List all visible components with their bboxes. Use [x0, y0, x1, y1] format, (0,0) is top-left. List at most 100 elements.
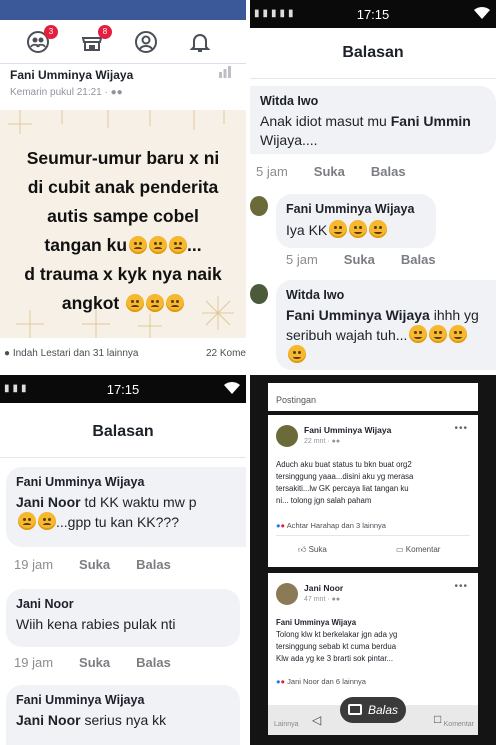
insights-icon[interactable]: [218, 66, 232, 78]
comment-author[interactable]: Jani Noor: [16, 597, 230, 611]
post-body: Fani Umminya Wijaya Tolong klw kt berkel…: [276, 617, 476, 665]
post-background: Seumur-umur baru x ni di cubit anak pend…: [0, 110, 246, 338]
avatar[interactable]: [276, 425, 298, 447]
comment-actions: 5 jam Suka Balas: [256, 164, 432, 179]
smile-emoji-icon: [349, 220, 368, 238]
friends-audience-icon: ●●: [110, 87, 123, 98]
status-clock: 17:15: [356, 7, 390, 22]
grin-emoji-icon: [288, 345, 306, 363]
divider: [0, 457, 246, 458]
post-line: angkot: [0, 289, 246, 318]
smile-emoji-icon: [369, 220, 388, 238]
comment-time: 19 jam: [14, 655, 54, 670]
post-author[interactable]: Fani Umminya Wijaya: [10, 68, 240, 82]
post-text: Seumur-umur baru x ni di cubit anak pend…: [0, 144, 246, 318]
divider: [276, 535, 470, 536]
comment-text: Iya KK: [286, 220, 426, 240]
comment-button[interactable]: ▭ Komentar: [396, 545, 440, 554]
comment-text: Jani Noor td KK waktu mw p ...gpp tu kan …: [16, 494, 197, 530]
comment-time: 5 jam: [256, 164, 288, 179]
post-header: Fani Umminya Wijaya 22 mnt · ●●: [304, 425, 391, 445]
grin-emoji-icon: [449, 325, 468, 343]
comment-bubble: Fani Umminya Wijaya Iya KK: [276, 194, 436, 248]
post-card: Fani Umminya Wijaya 22 mnt · ●● ••• Aduc…: [268, 415, 478, 567]
comment-time: 5 jam: [286, 252, 318, 267]
more-options-icon[interactable]: •••: [454, 581, 468, 592]
comments-label[interactable]: Komentar: [444, 721, 474, 728]
comment-actions: 19 jam Suka Balas: [14, 655, 197, 670]
reply-button[interactable]: Balas: [340, 697, 406, 723]
comment-author[interactable]: Witda Iwo: [286, 288, 486, 302]
sad-emoji-icon: [169, 236, 188, 254]
love-reaction-icon: ●: [280, 521, 286, 530]
comment-text: Jani Noor serius nya kk: [16, 712, 167, 728]
reply-button[interactable]: Balas: [136, 655, 171, 670]
menu-icon[interactable]: [238, 30, 246, 54]
comment-bubble: Witda Iwo Anak idiot masut mu Fani Ummin…: [250, 86, 496, 154]
reply-button[interactable]: Balas: [371, 164, 406, 179]
post-header: Jani Noor 47 mnt · ●●: [304, 583, 343, 603]
friends-icon[interactable]: 3: [26, 25, 58, 54]
avatar[interactable]: [276, 583, 298, 605]
avatar[interactable]: [250, 284, 268, 304]
status-clock: 17:15: [106, 382, 140, 397]
notifications-icon[interactable]: [188, 30, 212, 54]
more-label[interactable]: Lainnya: [274, 721, 299, 728]
sad-emoji-icon: [126, 294, 145, 312]
sad-emoji-icon: [38, 512, 56, 530]
replies-screenshot-2: ▮▮▮ 17:15 Balasan Fani Umminya Wijaya Ja…: [0, 375, 246, 745]
like-button[interactable]: Suka: [314, 164, 345, 179]
like-button[interactable]: Suka: [79, 655, 110, 670]
comment-author[interactable]: Fani Umminya Wijaya: [16, 693, 230, 707]
post-body: Aduch aku buat status tu bkn buat org2 t…: [276, 460, 414, 505]
friends-badge: 3: [44, 25, 58, 39]
more-options-icon[interactable]: •••: [454, 423, 468, 434]
like-button[interactable]: Suka: [79, 557, 110, 572]
reply-button[interactable]: Balas: [136, 557, 171, 572]
comment-time: 19 jam: [14, 557, 54, 572]
comment-text: Fani Umminya Wijaya ihhh yg seribuh wajah…: [286, 306, 486, 365]
facebook-post-screenshot: 3 8 Fani Umminya Wijaya Kemarin pukul 21…: [0, 0, 246, 371]
comment-author[interactable]: Witda Iwo: [260, 94, 486, 108]
post-line: tangan ku...: [44, 235, 202, 255]
post-header: Fani Umminya Wijaya Kemarin pukul 21:21 …: [10, 68, 240, 98]
wifi-icon: [474, 6, 490, 20]
grin-emoji-icon: [429, 325, 448, 343]
reaction-summary[interactable]: ●● Achtar Harahap dan 3 lainnya: [276, 521, 386, 530]
comment-text: Anak idiot masut mu Fani Ummin Wijaya....: [260, 113, 471, 148]
reply-button[interactable]: Balas: [401, 252, 436, 267]
thumbs-up-icon: 👍︎: [298, 545, 309, 554]
replies-screenshot-1: ▮▮▮▮▮ 17:15 Balasan Witda Iwo Anak idiot…: [250, 0, 496, 371]
reaction-icon: ●: [4, 348, 13, 359]
post-author[interactable]: Fani Umminya Wijaya: [304, 425, 391, 435]
friends-audience-icon: ●●: [331, 438, 341, 445]
comment-icon: ▭: [396, 545, 406, 554]
reaction-summary[interactable]: ●● Jani Noor dan 6 lainnya: [276, 677, 366, 686]
post-author[interactable]: Jani Noor: [304, 583, 343, 593]
like-button[interactable]: 👍︎ Suka: [298, 545, 327, 555]
post-timestamp: Kemarin pukul 21:21 · ●●: [10, 87, 123, 98]
post-line: autis sampe cobel: [47, 206, 199, 226]
post-timestamp: 22 mnt · ●●: [304, 438, 341, 445]
comment-author[interactable]: Fani Umminya Wijaya: [286, 202, 426, 216]
mention[interactable]: Fani Umminya Wijaya: [276, 617, 476, 629]
comment-bubble: Fani Umminya Wijaya Jani Noor serius nya…: [6, 685, 240, 745]
marketplace-icon[interactable]: 8: [80, 25, 112, 54]
sad-emoji-icon: [18, 512, 36, 530]
post-timestamp: 47 mnt · ●●: [304, 596, 341, 603]
avatar[interactable]: [250, 196, 268, 216]
love-reaction-icon: ●: [280, 677, 286, 686]
smile-emoji-icon: [329, 220, 348, 238]
comment-actions: 19 jam Suka Balas: [14, 557, 197, 572]
wifi-icon: [224, 381, 240, 394]
back-icon[interactable]: ◁: [312, 713, 321, 727]
page-title: Balasan: [92, 423, 154, 440]
page-title: Balasan: [342, 44, 404, 61]
post-line: Seumur-umur baru x ni: [26, 148, 220, 168]
top-navigation: 3 8: [0, 20, 246, 64]
recents-icon[interactable]: □: [434, 712, 441, 726]
like-button[interactable]: Suka: [344, 252, 375, 267]
comment-count[interactable]: 22 Kome: [206, 348, 246, 359]
profile-icon[interactable]: [134, 30, 158, 54]
comment-author[interactable]: Fani Umminya Wijaya: [16, 475, 236, 489]
